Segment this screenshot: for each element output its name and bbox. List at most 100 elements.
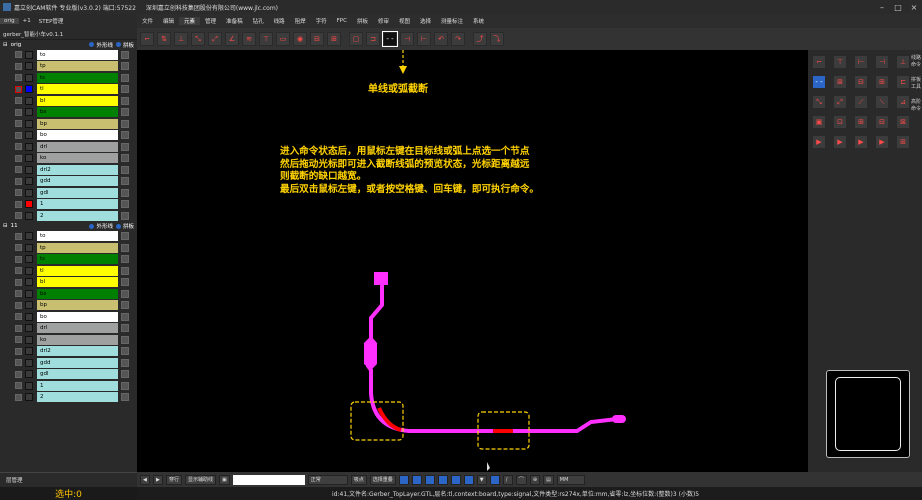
tool-icon[interactable]: ▭: [276, 32, 290, 46]
layer-row[interactable]: 1: [0, 380, 137, 392]
layer-color-swatch[interactable]: [25, 393, 33, 402]
right-tool-icon[interactable]: - -: [812, 75, 826, 89]
expand-icon[interactable]: ⊟: [3, 42, 8, 48]
layer-select-checkbox[interactable]: [121, 381, 129, 390]
layer-select-checkbox[interactable]: [121, 108, 129, 117]
layer-row[interactable]: to: [0, 49, 137, 61]
menu-item[interactable]: 视图: [394, 17, 415, 25]
layer-visible-checkbox[interactable]: [15, 278, 22, 286]
layer-row[interactable]: ts: [0, 72, 137, 84]
layer-visible-checkbox[interactable]: [15, 313, 22, 321]
back-icon[interactable]: ◀: [140, 474, 150, 485]
layer-visible-checkbox[interactable]: [15, 154, 22, 162]
right-tool-icon[interactable]: ⊣: [875, 55, 889, 69]
right-tool-icon[interactable]: ⤢: [833, 95, 847, 109]
layer-select-checkbox[interactable]: [121, 96, 129, 105]
snap-toggle[interactable]: 吸点: [350, 474, 367, 485]
layer-select-checkbox[interactable]: [121, 289, 129, 298]
layer-visible-checkbox[interactable]: [15, 212, 22, 220]
layer-color-swatch[interactable]: [25, 200, 33, 209]
layer-visible-checkbox[interactable]: [15, 131, 22, 139]
layer-row[interactable]: bl: [0, 95, 137, 107]
tool-icon[interactable]: [411, 474, 422, 485]
tool-icon[interactable]: ⤵: [490, 32, 504, 46]
grid-icon[interactable]: [489, 474, 500, 485]
layer-color-swatch[interactable]: [25, 255, 33, 264]
layer-visible-checkbox[interactable]: [15, 143, 22, 151]
layer-visible-checkbox[interactable]: [15, 370, 22, 378]
layer-row[interactable]: bs: [0, 288, 137, 300]
layer-color-swatch[interactable]: [25, 62, 33, 71]
layer-visible-checkbox[interactable]: [15, 347, 22, 355]
layer-select-checkbox[interactable]: [121, 266, 129, 275]
layer-color-swatch[interactable]: [25, 301, 33, 310]
right-label[interactable]: 高阶命令: [911, 99, 921, 113]
layer-select-checkbox[interactable]: [121, 188, 129, 197]
close-icon[interactable]: ×: [906, 0, 922, 14]
right-tool-icon[interactable]: ⊠: [833, 75, 847, 89]
layer-row[interactable]: tl: [0, 265, 137, 277]
menu-item[interactable]: 修审: [373, 17, 394, 25]
outline-option[interactable]: 外形线: [89, 222, 113, 230]
menu-item[interactable]: 钻孔: [248, 17, 269, 25]
tool-icon[interactable]: ⇅: [157, 32, 171, 46]
right-tool-icon[interactable]: ⊟: [854, 75, 868, 89]
layer-row[interactable]: gdl: [0, 187, 137, 199]
right-tool-icon[interactable]: ⊤: [833, 55, 847, 69]
layer-select-checkbox[interactable]: [121, 358, 129, 367]
layer-color-swatch[interactable]: [25, 266, 33, 275]
layer-select-checkbox[interactable]: [121, 393, 129, 402]
layer-row[interactable]: gdl: [0, 369, 137, 381]
command-input[interactable]: [232, 474, 305, 485]
menu-item[interactable]: 编辑: [158, 17, 179, 25]
tool-icon[interactable]: ⊤: [259, 32, 273, 46]
layer-color-swatch[interactable]: [25, 131, 33, 140]
layer-visible-checkbox[interactable]: [15, 189, 22, 197]
right-tool-icon[interactable]: ▶: [833, 135, 847, 149]
layer-select-checkbox[interactable]: [121, 232, 129, 241]
layer-color-swatch[interactable]: [25, 154, 33, 163]
right-tool-icon[interactable]: ⊞: [854, 115, 868, 129]
layer-color-swatch[interactable]: [25, 243, 33, 252]
tool-icon[interactable]: ⊞: [327, 32, 341, 46]
layer-visible-checkbox[interactable]: [15, 74, 22, 82]
menu-item[interactable]: FPC: [332, 18, 352, 24]
layer-color-swatch[interactable]: [25, 232, 33, 241]
layer-visible-checkbox[interactable]: [15, 97, 22, 105]
forward-icon[interactable]: ▶: [153, 474, 163, 485]
right-tool-icon[interactable]: ⊠: [896, 115, 910, 129]
layer-visible-checkbox[interactable]: [15, 393, 22, 401]
layer-visible-checkbox[interactable]: [15, 336, 22, 344]
layer-color-swatch[interactable]: [25, 85, 33, 94]
layer-select-checkbox[interactable]: [121, 73, 129, 82]
menu-item[interactable]: 测量标注: [436, 17, 468, 25]
right-tool-icon[interactable]: ▣: [812, 115, 826, 129]
menu-item[interactable]: 文件: [137, 17, 158, 25]
right-tool-icon[interactable]: ⊟: [875, 115, 889, 129]
right-label[interactable]: 线路命令: [911, 55, 921, 69]
layer-select-checkbox[interactable]: [121, 142, 129, 151]
layer-select-checkbox[interactable]: [121, 119, 129, 128]
layer-row[interactable]: tl: [0, 84, 137, 96]
tool-icon[interactable]: ⤢: [208, 32, 222, 46]
layer-visible-checkbox[interactable]: [15, 301, 22, 309]
layer-select-checkbox[interactable]: [121, 177, 129, 186]
tool-icon[interactable]: ⌐: [140, 32, 154, 46]
layer-select-checkbox[interactable]: [121, 131, 129, 140]
layer-color-swatch[interactable]: [25, 96, 33, 105]
expand-icon[interactable]: ⊟: [3, 223, 8, 229]
step-header[interactable]: ⊟ orig 外形线 拼板: [0, 40, 137, 49]
layer-select-checkbox[interactable]: [121, 200, 129, 209]
layer-visible-checkbox[interactable]: [15, 166, 22, 174]
tool-icon[interactable]: [398, 474, 409, 485]
outline-option[interactable]: 外形线: [89, 41, 113, 49]
zoom-option[interactable]: 穿行: [166, 474, 183, 485]
layer-row[interactable]: gdd: [0, 176, 137, 188]
layer-visible-checkbox[interactable]: [15, 51, 22, 59]
layer-color-swatch[interactable]: [25, 335, 33, 344]
layer-select-checkbox[interactable]: [121, 312, 129, 321]
layer-select-checkbox[interactable]: [121, 347, 129, 356]
layer-select-checkbox[interactable]: [121, 255, 129, 264]
layer-color-swatch[interactable]: [25, 381, 33, 390]
layer-select-checkbox[interactable]: [121, 85, 129, 94]
